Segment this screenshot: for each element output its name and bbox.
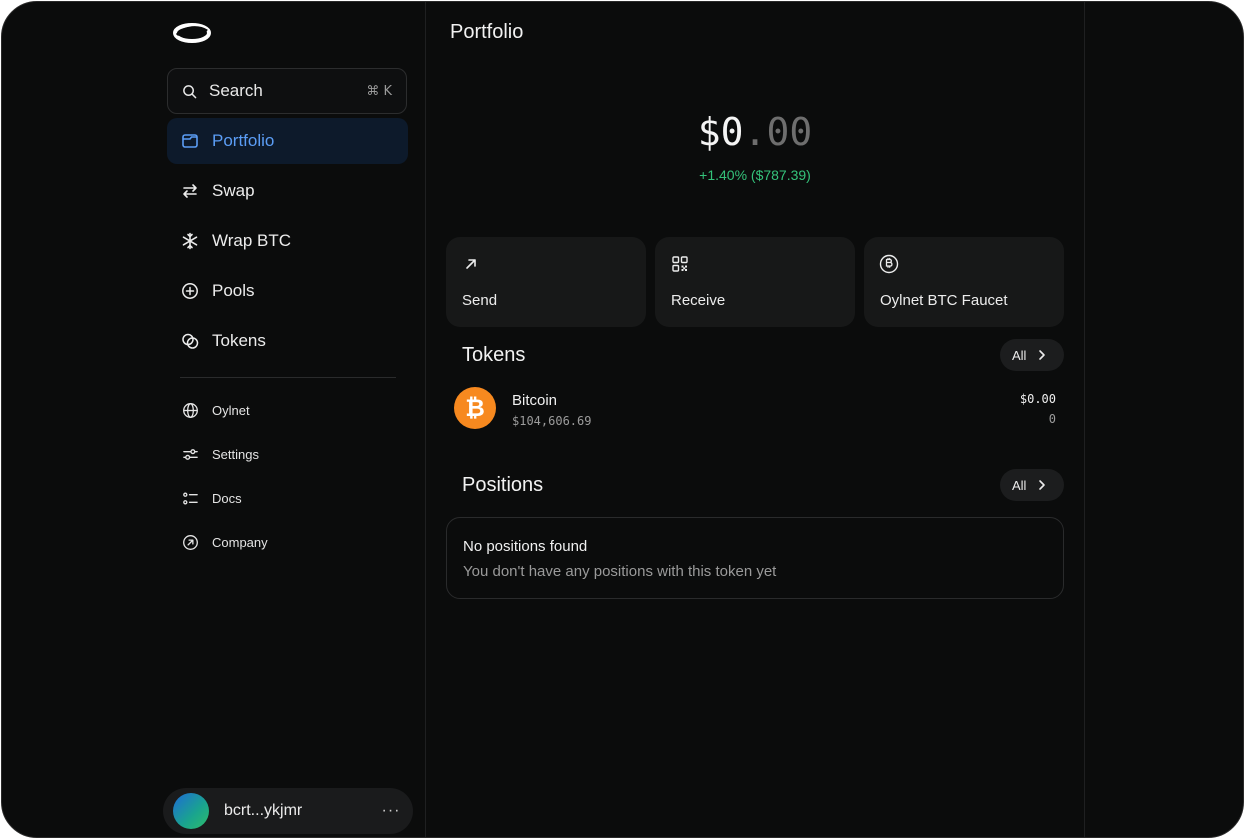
action-label: Send <box>462 292 498 309</box>
chevron-right-icon <box>1038 479 1046 491</box>
sub-item-company[interactable]: Company <box>167 520 408 564</box>
action-label: Oylnet BTC Faucet <box>880 292 1008 309</box>
snowflake-icon <box>180 231 200 251</box>
avatar <box>173 793 209 829</box>
balance-decimal: .00 <box>743 110 813 154</box>
more-options-icon[interactable]: ··· <box>379 802 403 820</box>
action-cards: Send Receive Oylnet BTC Faucet <box>446 237 1064 327</box>
bitcoin-logo-icon: ₿ <box>454 387 496 429</box>
sub-item-docs[interactable]: Docs <box>167 476 408 520</box>
main-border <box>1084 2 1085 837</box>
empty-subtitle: You don't have any positions with this t… <box>463 563 777 580</box>
app-logo <box>173 23 211 43</box>
nav-item-label: Portfolio <box>212 131 275 150</box>
list-icon <box>181 489 199 507</box>
arrow-up-right-icon <box>461 254 481 274</box>
tokens-all-button[interactable]: All <box>1000 339 1064 371</box>
page-title: Portfolio <box>450 21 524 43</box>
sub-item-label: Settings <box>212 446 259 462</box>
sidebar: Search ⌘ K Portfolio Swap Wrap BTC Pools… <box>2 2 425 837</box>
qr-code-icon <box>670 254 690 274</box>
nav-item-tokens[interactable]: Tokens <box>167 318 408 364</box>
arrow-circle-icon <box>181 533 199 551</box>
search-shortcut: ⌘ K <box>366 83 392 99</box>
nav-item-label: Tokens <box>212 331 266 350</box>
portfolio-balance: $0.00 <box>426 110 1084 154</box>
empty-title: No positions found <box>463 538 588 555</box>
nav-item-label: Wrap BTC <box>212 231 292 250</box>
plus-circle-icon <box>180 281 200 301</box>
balance-change: +1.40% ($787.39) <box>699 167 811 183</box>
nav-item-swap[interactable]: Swap <box>167 168 408 214</box>
swap-icon <box>180 181 200 201</box>
token-value: $0.00 <box>1019 392 1056 406</box>
bitcoin-circle-icon <box>879 254 899 274</box>
nav-item-portfolio[interactable]: Portfolio <box>167 118 408 164</box>
all-label: All <box>1012 347 1027 363</box>
faucet-button[interactable]: Oylnet BTC Faucet <box>864 237 1064 327</box>
search-label: Search <box>209 81 263 100</box>
receive-button[interactable]: Receive <box>655 237 855 327</box>
tokens-icon <box>180 331 200 351</box>
positions-empty-state: No positions found You don't have any po… <box>446 517 1064 599</box>
globe-icon <box>181 401 199 419</box>
token-name: Bitcoin <box>512 392 558 409</box>
nav-item-label: Swap <box>212 181 255 200</box>
sub-item-label: Oylnet <box>212 402 250 418</box>
nav-item-label: Pools <box>212 281 255 300</box>
balance-whole: $0 <box>697 110 744 154</box>
tokens-title: Tokens <box>462 344 526 366</box>
nav-item-wrap-btc[interactable]: Wrap BTC <box>167 218 408 264</box>
search-box[interactable]: Search ⌘ K <box>167 68 407 114</box>
app-window: Search ⌘ K Portfolio Swap Wrap BTC Pools… <box>1 1 1244 838</box>
all-label: All <box>1012 477 1027 493</box>
sidebar-divider <box>180 377 396 378</box>
send-button[interactable]: Send <box>446 237 646 327</box>
nav-item-pools[interactable]: Pools <box>167 268 408 314</box>
sliders-icon <box>181 445 199 463</box>
search-icon <box>182 83 198 99</box>
positions-title: Positions <box>462 474 544 496</box>
positions-all-button[interactable]: All <box>1000 469 1064 501</box>
account-button[interactable]: bcrt...ykjmr ··· <box>163 788 413 834</box>
token-row-bitcoin[interactable]: ₿ Bitcoin $104,606.69 $0.00 0 <box>446 382 1064 436</box>
action-label: Receive <box>671 292 726 309</box>
token-amount: 0 <box>1048 412 1056 426</box>
wallet-address: bcrt...ykjmr <box>224 802 303 819</box>
sub-item-label: Docs <box>212 490 242 506</box>
sub-item-settings[interactable]: Settings <box>167 432 408 476</box>
secondary-nav: Oylnet Settings Docs Company <box>167 388 408 564</box>
portfolio-icon <box>180 131 200 151</box>
chevron-right-icon <box>1038 349 1046 361</box>
token-price: $104,606.69 <box>512 414 592 428</box>
sub-item-label: Company <box>212 534 268 550</box>
main-nav: Portfolio Swap Wrap BTC Pools Tokens <box>167 118 408 368</box>
sub-item-oylnet[interactable]: Oylnet <box>167 388 408 432</box>
